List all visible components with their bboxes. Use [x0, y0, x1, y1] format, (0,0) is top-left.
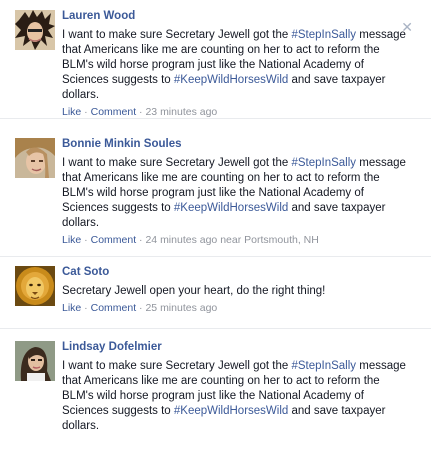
commenter-name[interactable]: Lindsay Dofelmier	[62, 341, 407, 354]
hashtag-link[interactable]: #KeepWildHorsesWild	[174, 74, 288, 86]
hashtag-link[interactable]: #StepInSally	[291, 29, 356, 41]
comment-text: I want to make sure Secretary Jewell got…	[62, 28, 407, 103]
timestamp[interactable]: 25 minutes ago	[145, 302, 217, 314]
close-icon[interactable]: ✕	[401, 20, 413, 34]
like-link[interactable]: Like	[62, 234, 81, 246]
comment-text-part: I want to make sure Secretary Jewell got…	[62, 29, 292, 41]
avatar[interactable]	[15, 10, 55, 50]
commenter-name[interactable]: Bonnie Minkin Soules	[62, 138, 407, 151]
comment-text-part: I want to make sure Secretary Jewell got…	[62, 157, 292, 169]
comment-link[interactable]: Comment	[91, 234, 137, 246]
comment-link[interactable]: Comment	[91, 106, 137, 118]
comment-text: Secretary Jewell open your heart, do the…	[62, 285, 326, 297]
user-photo-icon	[15, 341, 55, 381]
hashtag-link[interactable]: #StepInSally	[291, 360, 356, 372]
comment-meta: Like · Comment · 24 minutes ago near Por…	[62, 234, 319, 246]
hashtag-link[interactable]: #KeepWildHorsesWild	[174, 202, 288, 214]
comment-item: Bonnie Minkin Soules I want to make sure…	[0, 138, 431, 257]
comment-meta: Like · Comment · 25 minutes ago	[62, 302, 218, 314]
hashtag-link[interactable]: #StepInSally	[291, 157, 356, 169]
like-link[interactable]: Like	[62, 302, 81, 314]
user-photo-icon	[15, 138, 55, 178]
comment-item: Lauren Wood I want to make sure Secretar…	[0, 10, 431, 119]
lion-photo-icon	[15, 266, 55, 306]
location-link[interactable]: near Portsmouth, NH	[220, 234, 319, 246]
avatar[interactable]	[15, 341, 55, 381]
comment-meta: Like · Comment · 23 minutes ago	[62, 106, 218, 118]
comment-feed: Lauren Wood I want to make sure Secretar…	[0, 0, 431, 454]
comment-text: I want to make sure Secretary Jewell got…	[62, 359, 407, 434]
commenter-name[interactable]: Cat Soto	[62, 266, 407, 279]
user-photo-icon	[15, 10, 55, 50]
avatar[interactable]	[15, 138, 55, 178]
timestamp[interactable]: 23 minutes ago	[145, 106, 217, 118]
comment-text-part: I want to make sure Secretary Jewell got…	[62, 360, 292, 372]
timestamp[interactable]: 24 minutes ago	[145, 234, 217, 246]
hashtag-link[interactable]: #KeepWildHorsesWild	[174, 405, 288, 417]
comment-item: Cat Soto Secretary Jewell open your hear…	[0, 266, 431, 329]
like-link[interactable]: Like	[62, 106, 81, 118]
avatar[interactable]	[15, 266, 55, 306]
comment-link[interactable]: Comment	[91, 302, 137, 314]
commenter-name[interactable]: Lauren Wood	[62, 10, 407, 23]
comment-text: I want to make sure Secretary Jewell got…	[62, 156, 407, 231]
comment-item: Lindsay Dofelmier I want to make sure Se…	[0, 341, 431, 454]
